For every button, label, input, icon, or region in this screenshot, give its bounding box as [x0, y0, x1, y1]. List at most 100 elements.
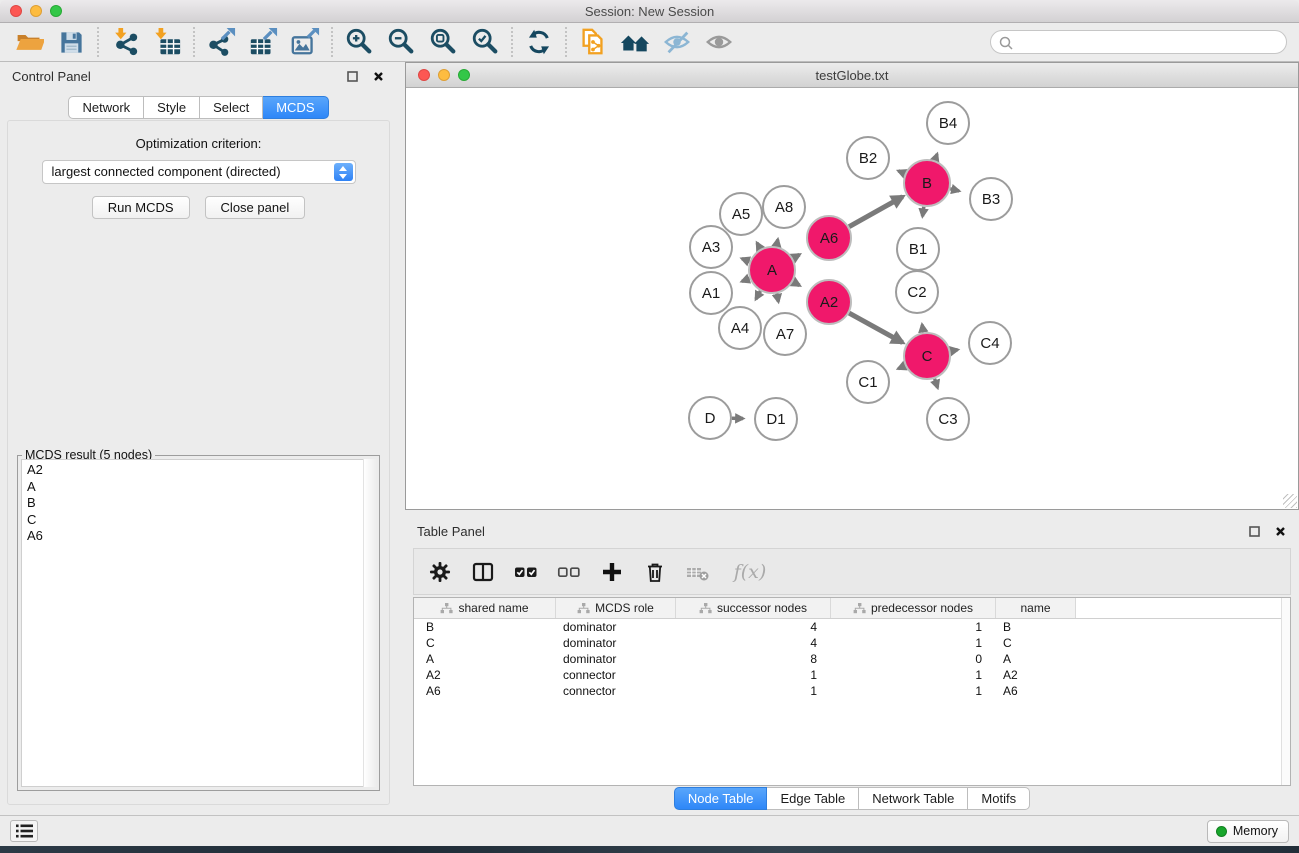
zoom-in-button[interactable] — [338, 25, 380, 59]
network-canvas[interactable]: B4B2BB3A5A8A6A3B1AA1C2A2A4A7C4CC1C3DD1 — [406, 89, 1298, 509]
graph-edge-A-A6[interactable] — [793, 255, 800, 259]
task-history-button[interactable] — [10, 820, 38, 842]
tab-network[interactable]: Network — [68, 96, 144, 119]
export-table-button[interactable] — [242, 25, 284, 59]
export-table-icon — [248, 27, 278, 57]
memory-button[interactable]: Memory — [1207, 820, 1289, 843]
show-all-button[interactable] — [698, 25, 740, 59]
table-row[interactable]: Adominator80A — [414, 651, 1290, 667]
close-icon — [1275, 526, 1286, 537]
run-mcds-button[interactable]: Run MCDS — [92, 196, 190, 219]
refresh-layout-button[interactable] — [518, 25, 560, 59]
close-table-panel-button[interactable] — [1273, 524, 1287, 538]
tab-style[interactable]: Style — [144, 96, 200, 119]
float-icon — [1249, 526, 1260, 537]
cell-name: A — [996, 652, 1076, 666]
optimization-criterion-label: Optimization criterion: — [8, 136, 389, 151]
column-header-label: MCDS role — [595, 601, 654, 615]
import-network-button[interactable] — [104, 25, 146, 59]
network-view-window: testGlobe.txt B4B2BB3A5A8A6A3B1AA1C2A2A4… — [405, 62, 1299, 510]
tab-node-table[interactable]: Node Table — [674, 787, 768, 810]
tab-select[interactable]: Select — [200, 96, 263, 119]
tab-motifs[interactable]: Motifs — [968, 787, 1030, 810]
table-scrollbar[interactable] — [1281, 598, 1290, 785]
cell-shared-name: A6 — [414, 684, 556, 698]
graph-edge-B-B4[interactable] — [935, 154, 937, 160]
graph-edge-A-A5[interactable] — [757, 243, 760, 249]
first-neighbors-button[interactable] — [614, 25, 656, 59]
delete-table-button[interactable] — [685, 559, 711, 585]
select-stepper-icon — [334, 163, 353, 181]
float-table-panel-button[interactable] — [1247, 524, 1261, 538]
column-header-predecessor-nodes[interactable]: predecessor nodes — [831, 598, 996, 618]
float-panel-button[interactable] — [345, 69, 359, 83]
new-network-from-selection-button[interactable] — [572, 25, 614, 59]
graph-edge-A-A8[interactable] — [777, 239, 778, 246]
cell-name: A6 — [996, 684, 1076, 698]
graph-edge-C-C4[interactable] — [951, 350, 958, 351]
graph-edge-A-A1[interactable] — [742, 279, 750, 282]
export-network-button[interactable] — [200, 25, 242, 59]
result-scrollbar[interactable] — [363, 459, 376, 787]
graph-edge-B-B3[interactable] — [950, 189, 959, 191]
cell-predecessor-nodes: 1 — [831, 620, 996, 634]
table-panel-header: Table Panel — [405, 517, 1299, 545]
close-panel-button-mcds[interactable]: Close panel — [205, 196, 306, 219]
result-item[interactable]: B — [22, 495, 375, 512]
graph-edge-A-A2[interactable] — [793, 282, 800, 286]
result-item[interactable]: C — [22, 512, 375, 529]
control-panel: Control Panel NetworkStyleSelectMCDS Opt… — [0, 62, 397, 815]
delete-table-icon — [685, 560, 711, 584]
tab-network-table[interactable]: Network Table — [859, 787, 968, 810]
column-type-icon — [440, 603, 453, 614]
column-header-successor-nodes[interactable]: successor nodes — [676, 598, 831, 618]
deselect-all-button[interactable] — [556, 559, 582, 585]
graph-edge-A-A7[interactable] — [777, 294, 779, 302]
hide-selected-button[interactable] — [656, 25, 698, 59]
tab-edge-table[interactable]: Edge Table — [767, 787, 859, 810]
tab-mcds[interactable]: MCDS — [263, 96, 328, 119]
zoom-out-button[interactable] — [380, 25, 422, 59]
optimization-criterion-select[interactable]: largest connected component (directed) — [42, 160, 356, 184]
select-all-button[interactable] — [513, 559, 539, 585]
table-row[interactable]: A2connector11A2 — [414, 667, 1290, 683]
close-panel-button[interactable] — [371, 69, 385, 83]
graph-edge-A-A4[interactable] — [756, 291, 761, 299]
delete-column-button[interactable] — [642, 559, 668, 585]
open-session-button[interactable] — [8, 25, 50, 59]
column-header-shared-name[interactable]: shared name — [414, 598, 556, 618]
graph-edge-A2-C[interactable] — [849, 313, 902, 342]
import-table-button[interactable] — [146, 25, 188, 59]
graph-edge-A6-B[interactable] — [849, 197, 903, 227]
result-item[interactable]: A — [22, 479, 375, 496]
cell-predecessor-nodes: 1 — [831, 668, 996, 682]
export-image-button[interactable] — [284, 25, 326, 59]
resize-grip[interactable] — [1283, 494, 1297, 508]
table-row[interactable]: Bdominator41B — [414, 619, 1290, 635]
column-header-name[interactable]: name — [996, 598, 1076, 618]
criterion-selected-value: largest connected component (directed) — [52, 164, 281, 179]
result-item[interactable]: A6 — [22, 528, 375, 545]
graph-edge-B-B2[interactable] — [898, 171, 905, 174]
add-column-button[interactable] — [599, 559, 625, 585]
zoom-fit-button[interactable] — [422, 25, 464, 59]
graph-edge-B-B1[interactable] — [923, 207, 924, 217]
graph-edge-C-C1[interactable] — [898, 366, 905, 369]
table-body: Bdominator41BCdominator41CAdominator80AA… — [414, 619, 1290, 699]
function-builder-button[interactable]: f(x) — [728, 559, 772, 585]
table-row[interactable]: A6connector11A6 — [414, 683, 1290, 699]
search-input[interactable] — [990, 30, 1287, 54]
graph-edge-C-C3[interactable] — [935, 379, 938, 388]
table-settings-button[interactable] — [427, 559, 453, 585]
save-session-button[interactable] — [50, 25, 92, 59]
result-item[interactable]: A2 — [22, 462, 375, 479]
graph-edge-A-A3[interactable] — [742, 259, 750, 262]
graph-node-label-B4: B4 — [939, 115, 957, 132]
split-view-button[interactable] — [470, 559, 496, 585]
table-panel-tabs: Node TableEdge TableNetwork TableMotifs — [405, 787, 1299, 810]
table-row[interactable]: Cdominator41C — [414, 635, 1290, 651]
zoom-selected-button[interactable] — [464, 25, 506, 59]
column-header-mcds-role[interactable]: MCDS role — [556, 598, 676, 618]
graph-node-label-B1: B1 — [909, 241, 927, 258]
graph-edge-C-C2[interactable] — [922, 325, 923, 333]
